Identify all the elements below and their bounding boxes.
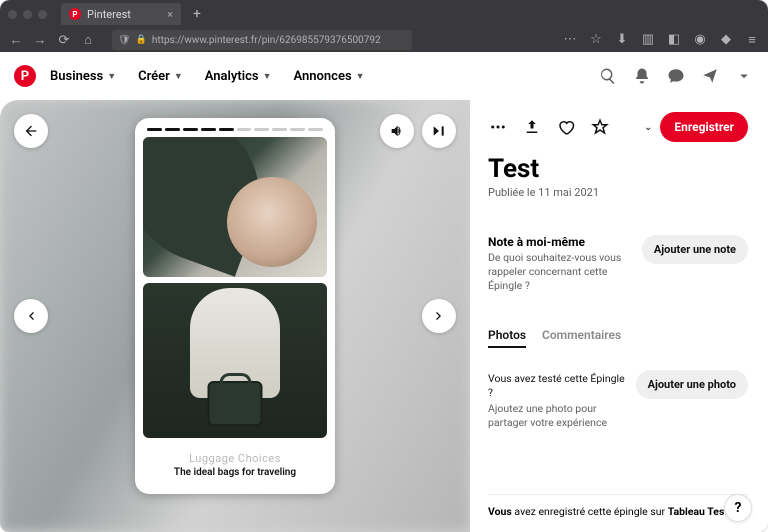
footer-text: avez enregistré cette épingle sur <box>512 505 668 518</box>
nav-create-label: Créer <box>138 69 170 84</box>
tab-photos[interactable]: Photos <box>488 328 526 348</box>
updates-icon[interactable] <box>700 66 720 86</box>
self-note-body: De quoi souhaitez-vous vous rappeler con… <box>488 251 632 294</box>
window-controls[interactable] <box>8 10 47 19</box>
favorite-star-icon[interactable] <box>590 117 610 137</box>
pinterest-favicon-icon: P <box>69 8 81 20</box>
address-bar[interactable]: 🛡 🔒 https://www.pinterest.fr/pin/6269855… <box>112 30 412 50</box>
shield-icon: 🛡 <box>118 35 131 46</box>
messages-icon[interactable] <box>666 66 686 86</box>
nav-business-label: Business <box>50 69 103 84</box>
pin-title: Test <box>488 154 748 184</box>
sidebar-icon[interactable]: ◧ <box>666 32 682 48</box>
story-subtitle: The ideal bags for traveling <box>147 467 323 478</box>
reload-icon[interactable]: ⟳ <box>56 33 72 48</box>
pin-viewer: Luggage Choices The ideal bags for trave… <box>0 100 470 532</box>
detail-tabs: Photos Commentaires <box>488 328 748 348</box>
nav-business[interactable]: Business ▼ <box>42 63 124 90</box>
lock-icon: 🔒 <box>136 35 147 45</box>
story-progress <box>147 128 323 131</box>
home-browser-icon[interactable]: ⌂ <box>80 32 96 48</box>
notifications-icon[interactable] <box>632 66 652 86</box>
menu-browser-icon[interactable]: ≡ <box>744 32 760 48</box>
browser-tab[interactable]: P Pinterest × <box>61 3 181 25</box>
pin-details-panel: ⌄ Enregistrer Test Publiée le 11 mai 202… <box>470 100 768 532</box>
chevron-down-icon: ▼ <box>263 71 272 82</box>
tab-title: Pinterest <box>87 8 131 21</box>
close-window-icon[interactable] <box>8 10 17 19</box>
like-icon[interactable] <box>556 117 576 137</box>
board-picker-chevron-icon[interactable]: ⌄ <box>644 122 652 133</box>
help-button[interactable]: ? <box>724 494 752 522</box>
chevron-down-icon: ▼ <box>356 71 365 82</box>
site-header: P Business ▼ Créer ▼ Analytics ▼ Annonce… <box>0 52 768 100</box>
new-tab-button[interactable]: + <box>193 6 201 22</box>
nav-analytics[interactable]: Analytics ▼ <box>197 63 280 90</box>
share-icon[interactable] <box>522 117 542 137</box>
close-tab-icon[interactable]: × <box>167 8 173 21</box>
story-image-2 <box>143 283 327 438</box>
library-icon[interactable]: ▥ <box>640 32 656 48</box>
more-browser-icon[interactable]: ⋯ <box>562 32 578 48</box>
next-story-button[interactable] <box>422 299 456 333</box>
more-options-icon[interactable] <box>488 117 508 137</box>
saved-footer: Vous avez enregistré cette épingle sur T… <box>488 494 748 524</box>
chevron-down-icon: ▼ <box>107 71 116 82</box>
account-menu-icon[interactable] <box>734 66 754 86</box>
maximize-window-icon[interactable] <box>38 10 47 19</box>
pin-publish-date: Publiée le 11 mai 2021 <box>488 186 748 199</box>
prev-story-button[interactable] <box>14 299 48 333</box>
skip-end-button[interactable] <box>422 114 456 148</box>
nav-analytics-label: Analytics <box>205 69 259 84</box>
footer-you: Vous <box>488 505 512 518</box>
nav-create[interactable]: Créer ▼ <box>130 63 191 90</box>
pinterest-logo-icon[interactable]: P <box>14 65 36 87</box>
account-browser-icon[interactable]: ◉ <box>692 32 708 48</box>
nav-ads-label: Annonces <box>294 69 352 84</box>
extension-icon[interactable]: ◆ <box>718 32 734 48</box>
story-image-1 <box>143 137 327 277</box>
search-icon[interactable] <box>598 66 618 86</box>
minimize-window-icon[interactable] <box>23 10 32 19</box>
add-photo-button[interactable]: Ajouter une photo <box>636 370 748 399</box>
browser-chrome: P Pinterest × + ← → ⟳ ⌂ 🛡 🔒 https://www.… <box>0 0 768 52</box>
url-text: https://www.pinterest.fr/pin/62698557937… <box>152 35 381 46</box>
forward-browser-icon[interactable]: → <box>32 32 48 48</box>
tab-comments[interactable]: Commentaires <box>542 328 621 348</box>
tried-heading: Vous avez testé cette Épingle ? <box>488 372 626 400</box>
back-browser-icon[interactable]: ← <box>8 32 24 48</box>
story-title: Luggage Choices <box>147 452 323 465</box>
nav-ads[interactable]: Annonces ▼ <box>286 63 373 90</box>
tried-body: Ajoutez une photo pour partager votre ex… <box>488 402 626 430</box>
sound-button[interactable] <box>380 114 414 148</box>
download-browser-icon[interactable]: ⬇ <box>614 32 630 48</box>
save-button[interactable]: Enregistrer <box>660 112 748 142</box>
chevron-down-icon: ▼ <box>174 71 183 82</box>
footer-board: Tableau Test <box>668 505 728 518</box>
story-card: Luggage Choices The ideal bags for trave… <box>135 118 335 494</box>
self-note-heading: Note à moi-même <box>488 235 632 249</box>
star-browser-icon[interactable]: ☆ <box>588 32 604 48</box>
add-note-button[interactable]: Ajouter une note <box>642 235 748 264</box>
back-button[interactable] <box>14 114 48 148</box>
